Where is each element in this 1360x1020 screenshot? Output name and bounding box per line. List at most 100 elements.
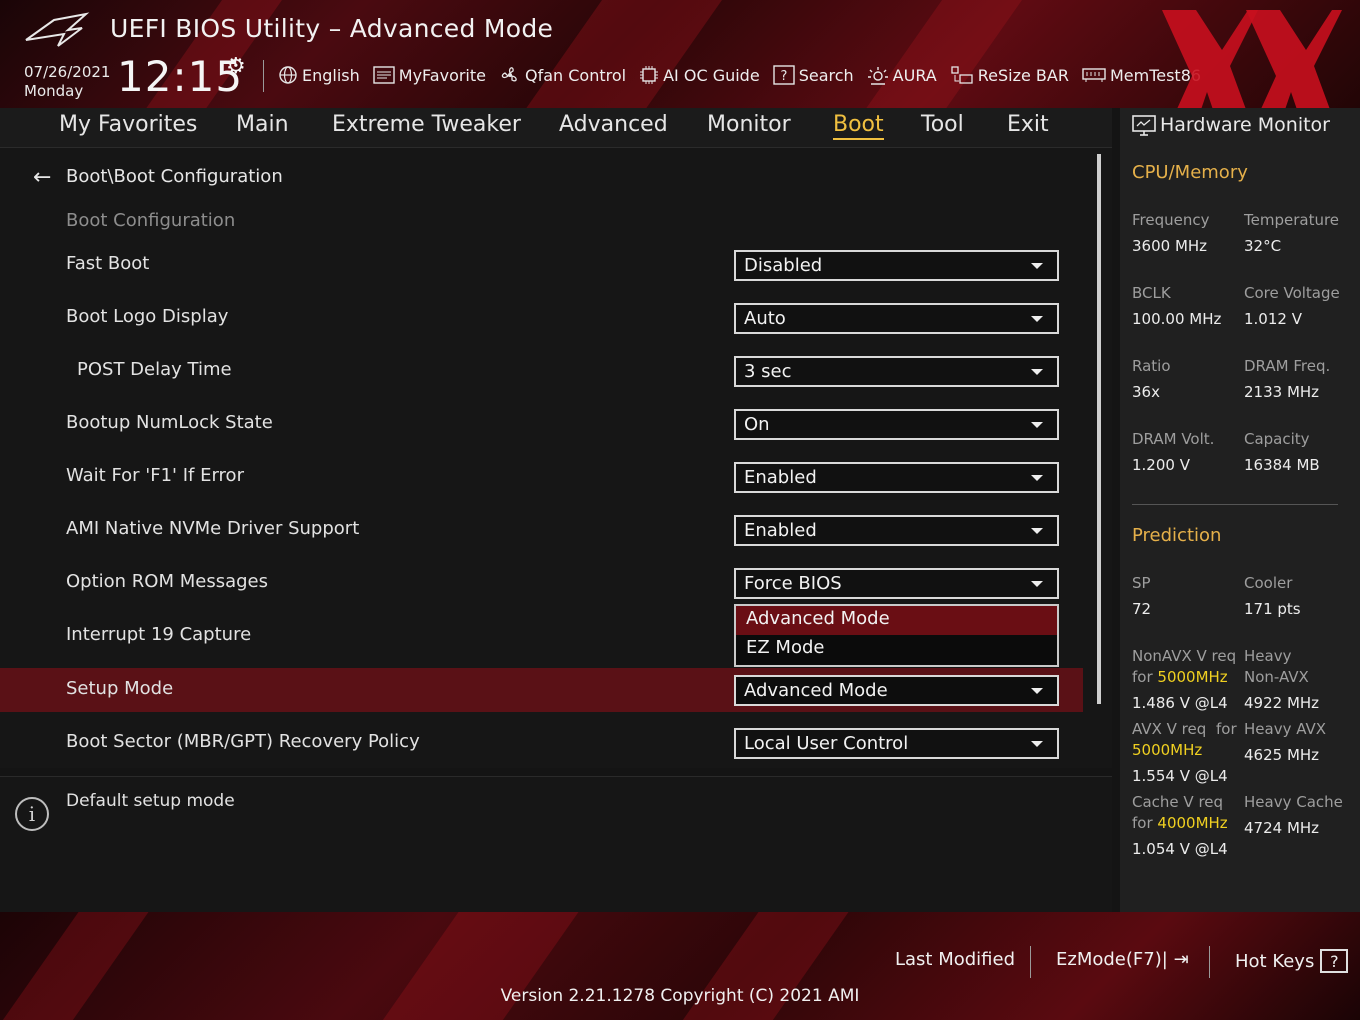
tab-main[interactable]: Main xyxy=(236,112,289,137)
boot-sector-recovery-dropdown[interactable]: Local User Control xyxy=(734,728,1059,759)
setting-row-nvme-driver-support[interactable]: AMI Native NVMe Driver Support Enabled xyxy=(0,508,1083,552)
setting-label: Wait For 'F1' If Error xyxy=(66,465,244,486)
tab-advanced[interactable]: Advanced xyxy=(559,112,668,137)
last-modified-button[interactable]: Last Modified xyxy=(895,949,1015,970)
hw-divider xyxy=(1132,504,1338,505)
setting-row-option-rom-messages[interactable]: Option ROM Messages Force BIOS xyxy=(0,561,1083,605)
dropdown-value: 3 sec xyxy=(744,361,792,382)
avx-for-label: for xyxy=(1216,720,1237,738)
option-advanced-mode[interactable]: Advanced Mode xyxy=(736,606,1057,635)
boot-logo-display-dropdown[interactable]: Auto xyxy=(734,303,1059,334)
capacity-value: 16384 MB xyxy=(1244,456,1320,474)
setup-mode-dropdown[interactable]: Advanced Mode xyxy=(734,675,1059,706)
setting-label: Bootup NumLock State xyxy=(66,412,273,433)
myfavorite-label: MyFavorite xyxy=(398,65,486,85)
hot-keys-label: Hot Keys xyxy=(1235,950,1315,972)
tab-tool[interactable]: Tool xyxy=(921,112,964,137)
prediction-section-title: Prediction xyxy=(1132,525,1222,546)
header-bar: UEFI BIOS Utility – Advanced Mode 07/26/… xyxy=(0,0,1360,108)
question-mark-icon: ? xyxy=(1320,949,1349,973)
temperature-value: 32°C xyxy=(1244,237,1282,255)
freq-highlight: 5000MHz xyxy=(1157,668,1228,686)
setting-row-boot-sector-recovery[interactable]: Boot Sector (MBR/GPT) Recovery Policy Lo… xyxy=(0,721,1083,765)
tab-my-favorites[interactable]: My Favorites xyxy=(59,112,197,137)
option-ez-mode[interactable]: EZ Mode xyxy=(736,635,1057,664)
dropdown-value: On xyxy=(744,414,770,435)
dropdown-value: Local User Control xyxy=(744,733,909,754)
resize-bar-button[interactable]: ReSize BAR xyxy=(950,65,1069,85)
tab-extreme-tweaker[interactable]: Extreme Tweaker xyxy=(332,112,521,137)
setting-label: AMI Native NVMe Driver Support xyxy=(66,518,360,539)
caret-down-icon xyxy=(1031,528,1043,534)
setting-row-boot-logo-display[interactable]: Boot Logo Display Auto xyxy=(0,296,1083,340)
caret-down-icon xyxy=(1031,263,1043,269)
hardware-monitor-title: Hardware Monitor xyxy=(1160,114,1330,136)
fast-boot-dropdown[interactable]: Disabled xyxy=(734,250,1059,281)
setting-row-post-delay-time[interactable]: POST Delay Time 3 sec xyxy=(0,349,1083,393)
section-title: Boot Configuration xyxy=(66,210,236,231)
tab-monitor[interactable]: Monitor xyxy=(707,112,791,137)
cache-vreq-freq: for 4000MHz xyxy=(1132,814,1228,832)
for-label: for xyxy=(1132,668,1153,686)
numlock-state-dropdown[interactable]: On xyxy=(734,409,1059,440)
ai-oc-guide-button[interactable]: AI OC Guide xyxy=(639,65,760,85)
ezmode-label: EzMode(F7)| xyxy=(1056,949,1168,970)
setting-row-wait-f1-error[interactable]: Wait For 'F1' If Error Enabled xyxy=(0,455,1083,499)
nvme-driver-support-dropdown[interactable]: Enabled xyxy=(734,515,1059,546)
footer-divider xyxy=(1030,946,1031,978)
setting-label: Interrupt 19 Capture xyxy=(66,624,252,645)
search-button[interactable]: ? Search xyxy=(772,65,854,85)
language-button[interactable]: English xyxy=(278,65,360,85)
setting-row-setup-mode[interactable]: Setup Mode Advanced Mode xyxy=(0,668,1083,712)
header-toolbar: English MyFavorite Qfan Control AI OC Gu… xyxy=(278,60,1214,90)
cache-vreq-label: Cache V req xyxy=(1132,793,1224,811)
dram-volt-value: 1.200 V xyxy=(1132,456,1190,474)
qfan-control-button[interactable]: Qfan Control xyxy=(499,65,626,85)
back-arrow-icon[interactable]: ← xyxy=(33,165,51,190)
heavy-nonavx-label: Heavy xyxy=(1244,647,1292,665)
settings-scrollbar[interactable] xyxy=(1097,154,1101,704)
aura-button[interactable]: AURA xyxy=(867,65,937,85)
tab-exit[interactable]: Exit xyxy=(1007,112,1049,137)
clock-settings-gear-icon[interactable]: ⚙ xyxy=(226,54,246,79)
dram-volt-label: DRAM Volt. xyxy=(1132,430,1215,448)
tab-boot[interactable]: Boot xyxy=(833,112,884,140)
dram-freq-value: 2133 MHz xyxy=(1244,383,1320,401)
caret-down-icon xyxy=(1031,316,1043,322)
capacity-label: Capacity xyxy=(1244,430,1310,448)
wait-f1-error-dropdown[interactable]: Enabled xyxy=(734,462,1059,493)
ezmode-button[interactable]: EzMode(F7)| ⇥ xyxy=(1056,949,1189,970)
setting-row-fast-boot[interactable]: Fast Boot Disabled xyxy=(0,243,1083,287)
heavy-nonavx-value: 4922 MHz xyxy=(1244,694,1320,712)
exit-to-ez-icon: ⇥ xyxy=(1173,949,1189,970)
heavy-cache-label: Heavy Cache xyxy=(1244,793,1343,811)
svg-text:?: ? xyxy=(780,69,787,84)
breadcrumb: Boot\Boot Configuration xyxy=(66,166,283,187)
dropdown-value: Auto xyxy=(744,308,786,329)
bclk-value: 100.00 MHz xyxy=(1132,310,1222,328)
globe-icon xyxy=(278,65,298,85)
memory-icon xyxy=(1082,66,1106,84)
rog-logo-icon xyxy=(25,12,90,47)
hot-keys-button[interactable]: Hot Keys ? xyxy=(1235,949,1349,973)
temperature-label: Temperature xyxy=(1244,211,1340,229)
heavy-avx-value: 4625 MHz xyxy=(1244,746,1320,764)
option-rom-messages-dropdown[interactable]: Force BIOS xyxy=(734,568,1059,599)
setting-label: Setup Mode xyxy=(66,678,174,699)
question-box-icon: ? xyxy=(772,65,795,85)
myfavorite-button[interactable]: MyFavorite xyxy=(373,66,486,85)
day-display: Monday xyxy=(24,82,84,100)
favorite-list-icon xyxy=(373,66,395,84)
aura-light-icon xyxy=(867,65,889,85)
caret-down-icon xyxy=(1031,422,1043,428)
post-delay-time-dropdown[interactable]: 3 sec xyxy=(734,356,1059,387)
nonavx-vreq-value: 1.486 V @L4 xyxy=(1132,694,1228,712)
setting-label: Option ROM Messages xyxy=(66,571,268,592)
setting-row-numlock-state[interactable]: Bootup NumLock State On xyxy=(0,402,1083,446)
date-display: 07/26/2021 xyxy=(24,63,111,81)
setup-mode-options-menu: Advanced Mode EZ Mode xyxy=(734,604,1059,667)
cpu-memory-section-title: CPU/Memory xyxy=(1132,162,1248,183)
avx-vreq-freq: 5000MHz xyxy=(1132,741,1203,759)
dropdown-value: Enabled xyxy=(744,520,817,541)
caret-down-icon xyxy=(1031,475,1043,481)
